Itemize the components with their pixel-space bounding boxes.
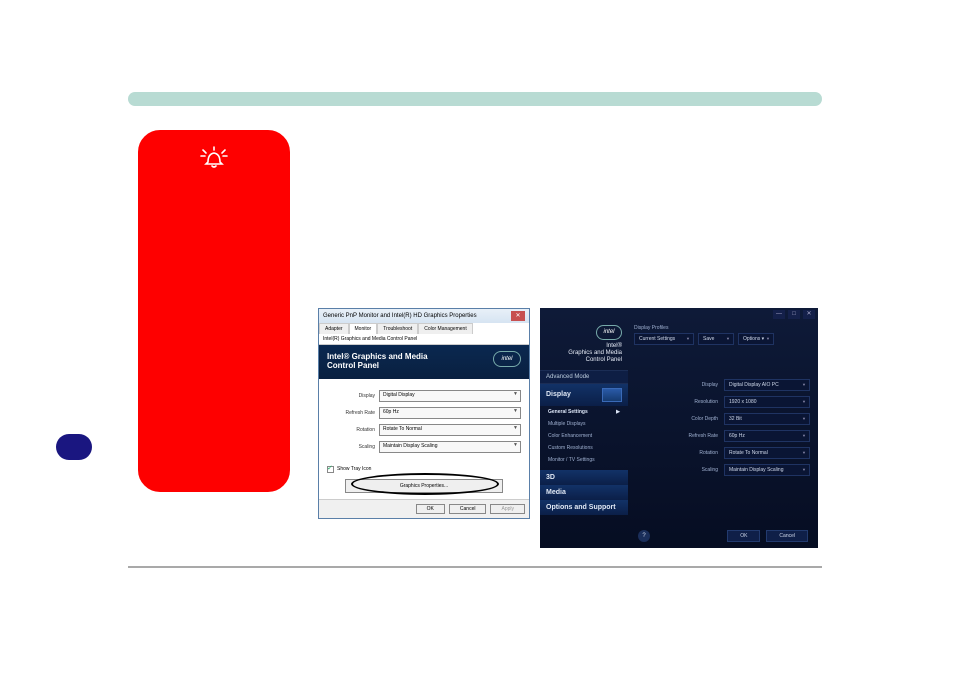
sval-refresh-rate[interactable]: 60p Hz: [724, 430, 810, 442]
monitor-icon: [602, 388, 622, 402]
dialog-hero: Intel® Graphics and Media Control Panel …: [319, 345, 529, 379]
save-dropdown[interactable]: Save: [698, 333, 734, 345]
label-scaling: Scaling: [327, 444, 379, 450]
select-scaling[interactable]: Maintain Display Scaling: [379, 441, 521, 453]
display-profiles-label: Display Profiles: [634, 325, 812, 331]
panel-header: intel Intel® Graphics and Media Control …: [540, 321, 818, 370]
nav-multiple-displays[interactable]: Multiple Displays: [540, 418, 628, 430]
graphics-properties-dialog: Generic PnP Monitor and Intel(R) HD Grap…: [318, 308, 530, 519]
tray-icon-row: Show Tray Icon: [319, 464, 529, 475]
ok-button[interactable]: OK: [727, 530, 760, 542]
minimize-icon[interactable]: —: [773, 310, 785, 319]
srow-rotation: Rotation Rotate To Normal: [636, 447, 810, 459]
nav-section-media[interactable]: Media: [540, 485, 628, 500]
tab-monitor[interactable]: Monitor: [349, 323, 378, 334]
warning-callout-box: [138, 130, 290, 492]
slabel-scaling: Scaling: [702, 467, 718, 473]
sval-resolution[interactable]: 1920 x 1080: [724, 396, 810, 408]
label-refresh: Refresh Rate: [327, 410, 379, 416]
nav-section-options-support[interactable]: Options and Support: [540, 500, 628, 515]
dialog-footer: OK Cancel Apply: [319, 499, 529, 518]
ok-button[interactable]: OK: [416, 504, 445, 514]
panel-titlebar: — □ ✕: [540, 308, 818, 321]
hero-title-line2: Control Panel: [327, 362, 521, 371]
brand-block: intel Intel® Graphics and Media Control …: [540, 321, 628, 370]
help-button[interactable]: ?: [638, 530, 650, 542]
nav-monitor-tv-settings[interactable]: Monitor / TV Settings: [540, 454, 628, 466]
nav-section-3d[interactable]: 3D: [540, 470, 628, 485]
brand-line3: Control Panel: [546, 357, 622, 364]
sval-display[interactable]: Digital Display AIO PC: [724, 379, 810, 391]
dialog-subheader: Intel(R) Graphics and Media Control Pane…: [319, 334, 529, 345]
graphics-properties-wrap: Graphics Properties...: [319, 475, 529, 499]
intel-logo-icon: intel: [493, 351, 521, 367]
cancel-button[interactable]: Cancel: [766, 530, 808, 542]
close-icon[interactable]: ✕: [803, 310, 815, 319]
nav-advanced-mode-label: Advanced Mode: [546, 374, 589, 380]
dialog-titlebar: Generic PnP Monitor and Intel(R) HD Grap…: [319, 309, 529, 323]
slabel-display: Display: [702, 382, 718, 388]
decorative-top-bar: [128, 92, 822, 106]
show-tray-label: Show Tray Icon: [337, 466, 371, 472]
srow-scaling: Scaling Maintain Display Scaling: [636, 464, 810, 476]
slabel-color-depth: Color Depth: [691, 416, 718, 422]
nav-general-settings[interactable]: General Settings ▶: [540, 406, 628, 418]
srow-resolution: Resolution 1920 x 1080: [636, 396, 810, 408]
maximize-icon[interactable]: □: [788, 310, 800, 319]
row-display: Display Digital Display: [327, 390, 521, 402]
decorative-bottom-rule: [128, 566, 822, 568]
srow-refresh-rate: Refresh Rate 60p Hz: [636, 430, 810, 442]
nav-general-settings-label: General Settings: [548, 409, 588, 415]
nav-section-display[interactable]: Display: [540, 384, 628, 406]
select-display[interactable]: Digital Display: [379, 390, 521, 402]
nav-display-label: Display: [546, 391, 571, 398]
slabel-refresh-rate: Refresh Rate: [689, 433, 718, 439]
nav-advanced-mode[interactable]: Advanced Mode: [540, 370, 628, 384]
dialog-body: Display Digital Display Refresh Rate 60p…: [319, 379, 529, 464]
srow-display: Display Digital Display AIO PC: [636, 379, 810, 391]
graphics-properties-button[interactable]: Graphics Properties...: [345, 479, 503, 493]
slabel-resolution: Resolution: [694, 399, 718, 405]
cancel-button[interactable]: Cancel: [449, 504, 487, 514]
intel-control-panel-window: — □ ✕ intel Intel® Graphics and Media Co…: [540, 308, 818, 548]
tab-adapter[interactable]: Adapter: [319, 323, 349, 334]
panel-footer: ? OK Cancel: [540, 530, 818, 542]
display-profiles-block: Display Profiles Current Settings Save O…: [628, 321, 818, 370]
profile-row: Current Settings Save Options ▾: [634, 333, 812, 345]
row-rotation: Rotation Rotate To Normal: [327, 424, 521, 436]
nav-color-enhancement[interactable]: Color Enhancement: [540, 430, 628, 442]
nav-custom-resolutions[interactable]: Custom Resolutions: [540, 442, 628, 454]
sval-color-depth[interactable]: 32 Bit: [724, 413, 810, 425]
dialog-title-text: Generic PnP Monitor and Intel(R) HD Grap…: [323, 313, 477, 319]
slabel-rotation: Rotation: [699, 450, 718, 456]
intel-logo-icon: intel: [596, 325, 622, 340]
brand-line2: Graphics and Media: [546, 350, 622, 357]
show-tray-checkbox[interactable]: [327, 466, 334, 473]
srow-color-depth: Color Depth 32 Bit: [636, 413, 810, 425]
row-scaling: Scaling Maintain Display Scaling: [327, 441, 521, 453]
page-side-tab: [56, 434, 92, 460]
row-refresh: Refresh Rate 60p Hz: [327, 407, 521, 419]
alarm-bell-icon: [199, 145, 229, 176]
close-icon[interactable]: ✕: [511, 311, 525, 321]
select-rotation[interactable]: Rotate To Normal: [379, 424, 521, 436]
select-refresh[interactable]: 60p Hz: [379, 407, 521, 419]
options-dropdown[interactable]: Options ▾: [738, 333, 774, 345]
label-rotation: Rotation: [327, 427, 379, 433]
panel-settings: Display Digital Display AIO PC Resolutio…: [628, 370, 818, 515]
dialog-tabstrip: Adapter Monitor Troubleshoot Color Manag…: [319, 323, 529, 334]
current-settings-dropdown[interactable]: Current Settings: [634, 333, 694, 345]
tab-color-management[interactable]: Color Management: [418, 323, 473, 334]
sval-scaling[interactable]: Maintain Display Scaling: [724, 464, 810, 476]
panel-nav: Advanced Mode Display General Settings ▶…: [540, 370, 628, 515]
sval-rotation[interactable]: Rotate To Normal: [724, 447, 810, 459]
label-display: Display: [327, 393, 379, 399]
brand-line1: Intel®: [546, 343, 622, 350]
chevron-right-icon: ▶: [616, 409, 620, 415]
tab-troubleshoot[interactable]: Troubleshoot: [377, 323, 418, 334]
apply-button[interactable]: Apply: [490, 504, 525, 514]
panel-main: Advanced Mode Display General Settings ▶…: [540, 370, 818, 515]
